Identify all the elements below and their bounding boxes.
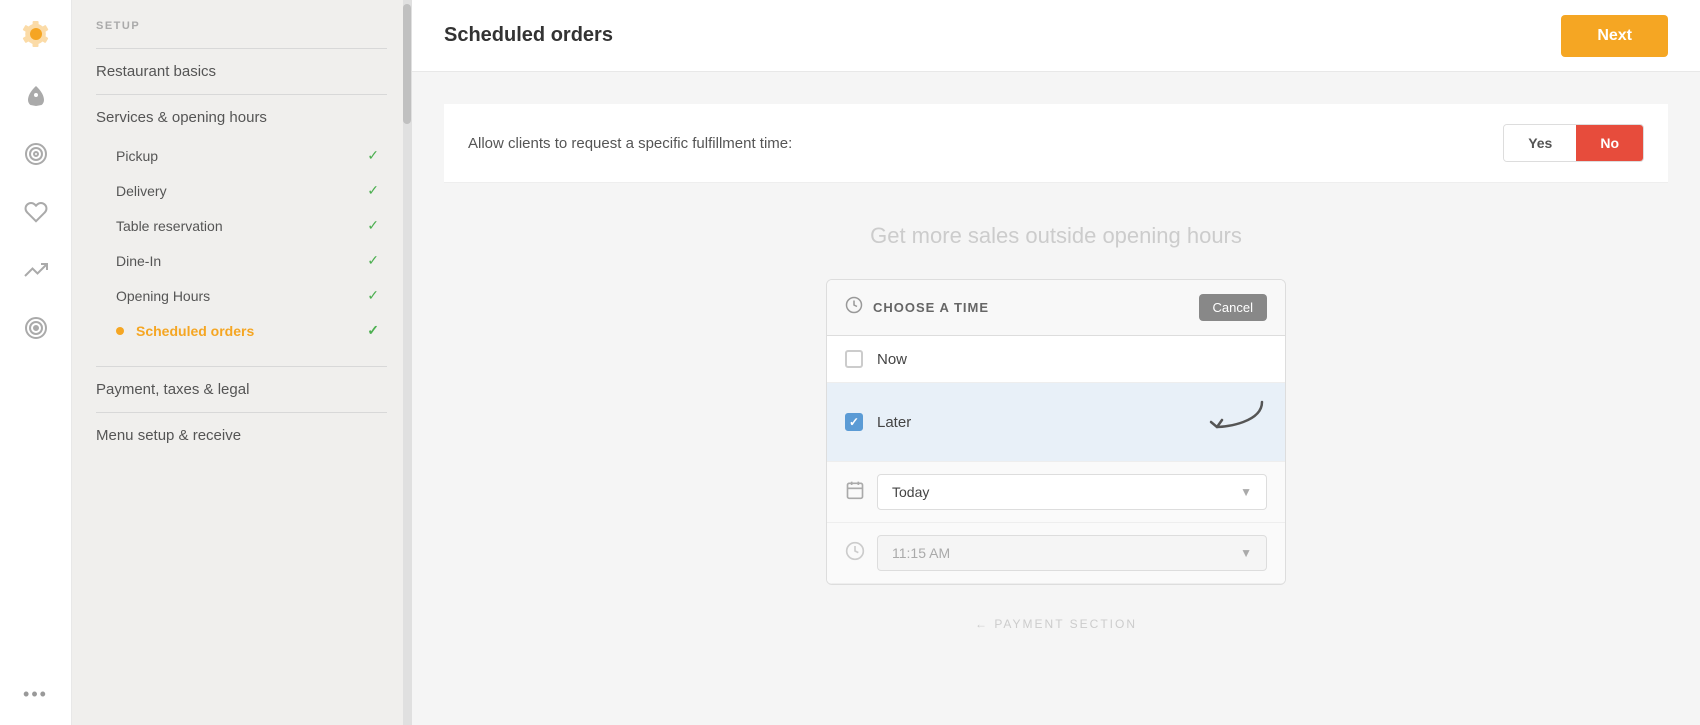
sidebar-item-dine-in[interactable]: Dine-In ✓ — [96, 243, 387, 278]
date-dropdown-row: Today ▼ — [827, 462, 1285, 523]
curved-arrow-icon — [1207, 397, 1267, 442]
date-value: Today — [892, 484, 929, 500]
check-opening-hours: ✓ — [367, 287, 379, 304]
check-dine-in: ✓ — [367, 252, 379, 269]
check-pickup: ✓ — [367, 147, 379, 164]
section-restaurant-basics[interactable]: Restaurant basics — [96, 61, 387, 82]
section-menu-setup[interactable]: Menu setup & receive — [96, 425, 387, 446]
arrow-container — [1207, 397, 1267, 447]
app-logo — [16, 14, 56, 54]
icon-sidebar: ••• — [0, 0, 72, 725]
time-icon — [845, 541, 865, 566]
time-dropdown[interactable]: 11:15 AM ▼ — [877, 535, 1267, 571]
option-now[interactable]: Now — [827, 336, 1285, 383]
more-options[interactable]: ••• — [23, 684, 48, 705]
check-scheduled-orders: ✓ — [367, 322, 379, 339]
main-body: Allow clients to request a specific fulf… — [412, 72, 1700, 725]
check-delivery: ✓ — [367, 182, 379, 199]
nav-icon-heart[interactable] — [10, 186, 62, 238]
time-dropdown-row: 11:15 AM ▼ — [827, 523, 1285, 584]
nav-icon-bullseye[interactable] — [10, 302, 62, 354]
toggle-yes[interactable]: Yes — [1504, 125, 1576, 161]
page-title: Scheduled orders — [444, 24, 613, 47]
time-value: 11:15 AM — [892, 545, 950, 561]
check-table-reservation: ✓ — [367, 217, 379, 234]
nav-icon-target[interactable] — [10, 128, 62, 180]
nav-icon-rocket[interactable] — [10, 70, 62, 122]
time-chevron-icon: ▼ — [1240, 546, 1252, 560]
section-payment-taxes[interactable]: Payment, taxes & legal — [96, 379, 387, 400]
nav-icon-chart[interactable] — [10, 244, 62, 296]
sidebar-item-opening-hours[interactable]: Opening Hours ✓ — [96, 278, 387, 313]
section-services-opening: Services & opening hours — [96, 107, 387, 128]
next-button[interactable]: Next — [1561, 15, 1668, 57]
date-dropdown[interactable]: Today ▼ — [877, 474, 1267, 510]
main-header: Scheduled orders Next — [412, 0, 1700, 72]
setup-label: SETUP — [96, 20, 387, 32]
scrollbar-thumb[interactable] — [403, 4, 411, 124]
checkbox-now[interactable] — [845, 350, 863, 368]
promo-text: Get more sales outside opening hours — [444, 223, 1668, 249]
option-later[interactable]: Later — [827, 383, 1285, 462]
option-now-label: Now — [877, 351, 907, 368]
fulfillment-label: Allow clients to request a specific fulf… — [468, 135, 792, 152]
sidebar-item-table-reservation[interactable]: Table reservation ✓ — [96, 208, 387, 243]
sidebar-item-delivery[interactable]: Delivery ✓ — [96, 173, 387, 208]
calendar-icon — [845, 480, 865, 505]
toggle-no[interactable]: No — [1576, 125, 1643, 161]
time-chooser-card: CHOOSE A TIME Cancel Now Later — [826, 279, 1286, 585]
date-chevron-icon: ▼ — [1240, 485, 1252, 499]
payment-section-hint: ← PAYMENT SECTION — [444, 617, 1668, 631]
fulfillment-row: Allow clients to request a specific fulf… — [444, 104, 1668, 183]
checkbox-later[interactable] — [845, 413, 863, 431]
main-content: Scheduled orders Next Allow clients to r… — [412, 0, 1700, 725]
clock-icon — [845, 296, 863, 319]
left-panel: SETUP Restaurant basics Services & openi… — [72, 0, 412, 725]
active-dot — [116, 327, 124, 335]
option-later-label: Later — [877, 414, 911, 431]
toggle-group: Yes No — [1503, 124, 1644, 162]
choose-time-label: CHOOSE A TIME — [873, 300, 989, 315]
sidebar-item-pickup[interactable]: Pickup ✓ — [96, 138, 387, 173]
sidebar-item-scheduled-orders[interactable]: Scheduled orders ✓ — [96, 313, 387, 348]
cancel-button[interactable]: Cancel — [1199, 294, 1267, 321]
time-card-header: CHOOSE A TIME Cancel — [827, 280, 1285, 336]
scrollbar-track[interactable] — [403, 0, 411, 725]
